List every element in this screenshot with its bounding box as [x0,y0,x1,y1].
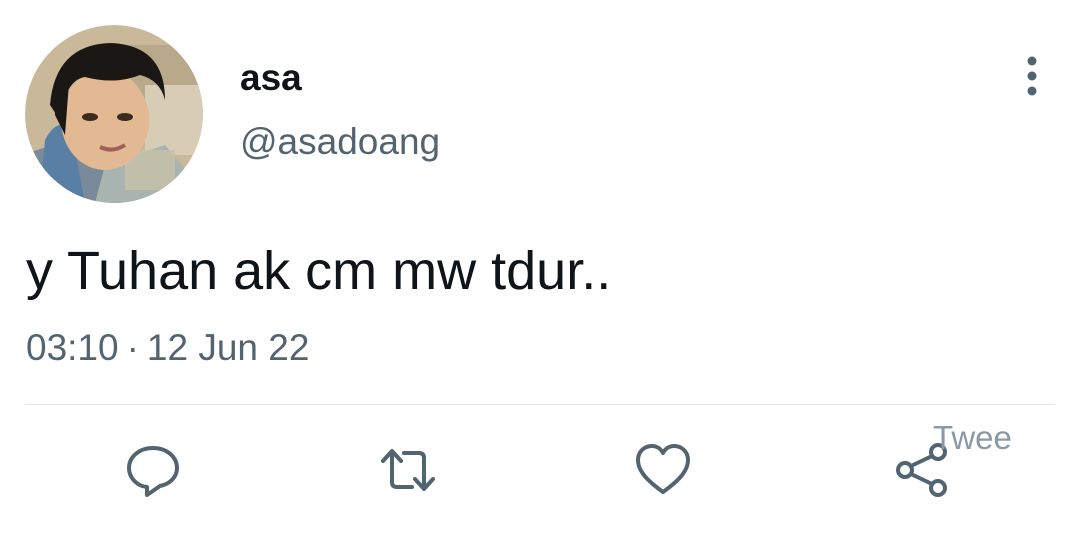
divider [25,404,1055,405]
retweet-icon [381,449,435,491]
retweet-button[interactable] [378,440,438,500]
like-button[interactable] [633,440,693,500]
more-vertical-icon [1027,56,1037,96]
tweet-text: y Tuhan ak cm mw tdur.. [26,241,612,301]
avatar-photo [25,25,203,203]
reply-icon [127,446,179,497]
tweet-timestamp: 03:10 · 12 Jun 22 [26,326,309,370]
reply-button[interactable] [123,440,183,500]
tweet-date: 12 Jun 22 [146,327,310,368]
user-handle[interactable]: @asadoang [240,120,440,164]
heart-icon [636,444,690,494]
display-name[interactable]: asa [240,56,302,100]
tweet-time: 03:10 [26,327,119,368]
more-options-button[interactable] [1010,52,1054,100]
meta-separator: · [126,327,139,368]
avatar[interactable] [25,25,203,203]
share-label: Twee [933,419,1012,456]
